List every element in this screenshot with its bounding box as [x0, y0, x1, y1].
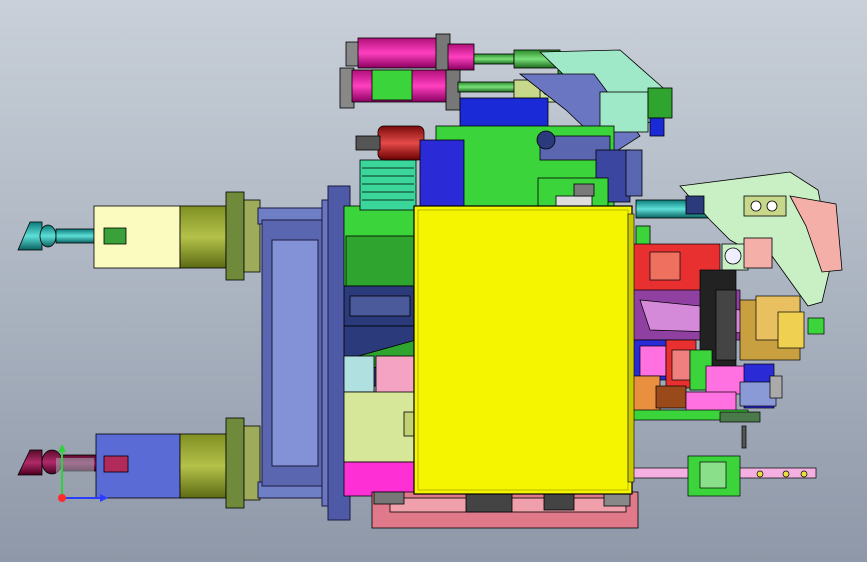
cad-viewport[interactable] [0, 0, 867, 562]
base-plate [371, 489, 639, 529]
side-frame [257, 185, 351, 521]
top-red-cylinder [355, 125, 425, 161]
bottom-linkage [629, 455, 817, 497]
left-cylinder-upper [17, 191, 261, 281]
left-cylinder-lower [17, 417, 261, 509]
body-left-blocks [343, 159, 417, 497]
central-yellow-plate [413, 205, 635, 495]
cad-model-assembly[interactable] [0, 0, 867, 562]
